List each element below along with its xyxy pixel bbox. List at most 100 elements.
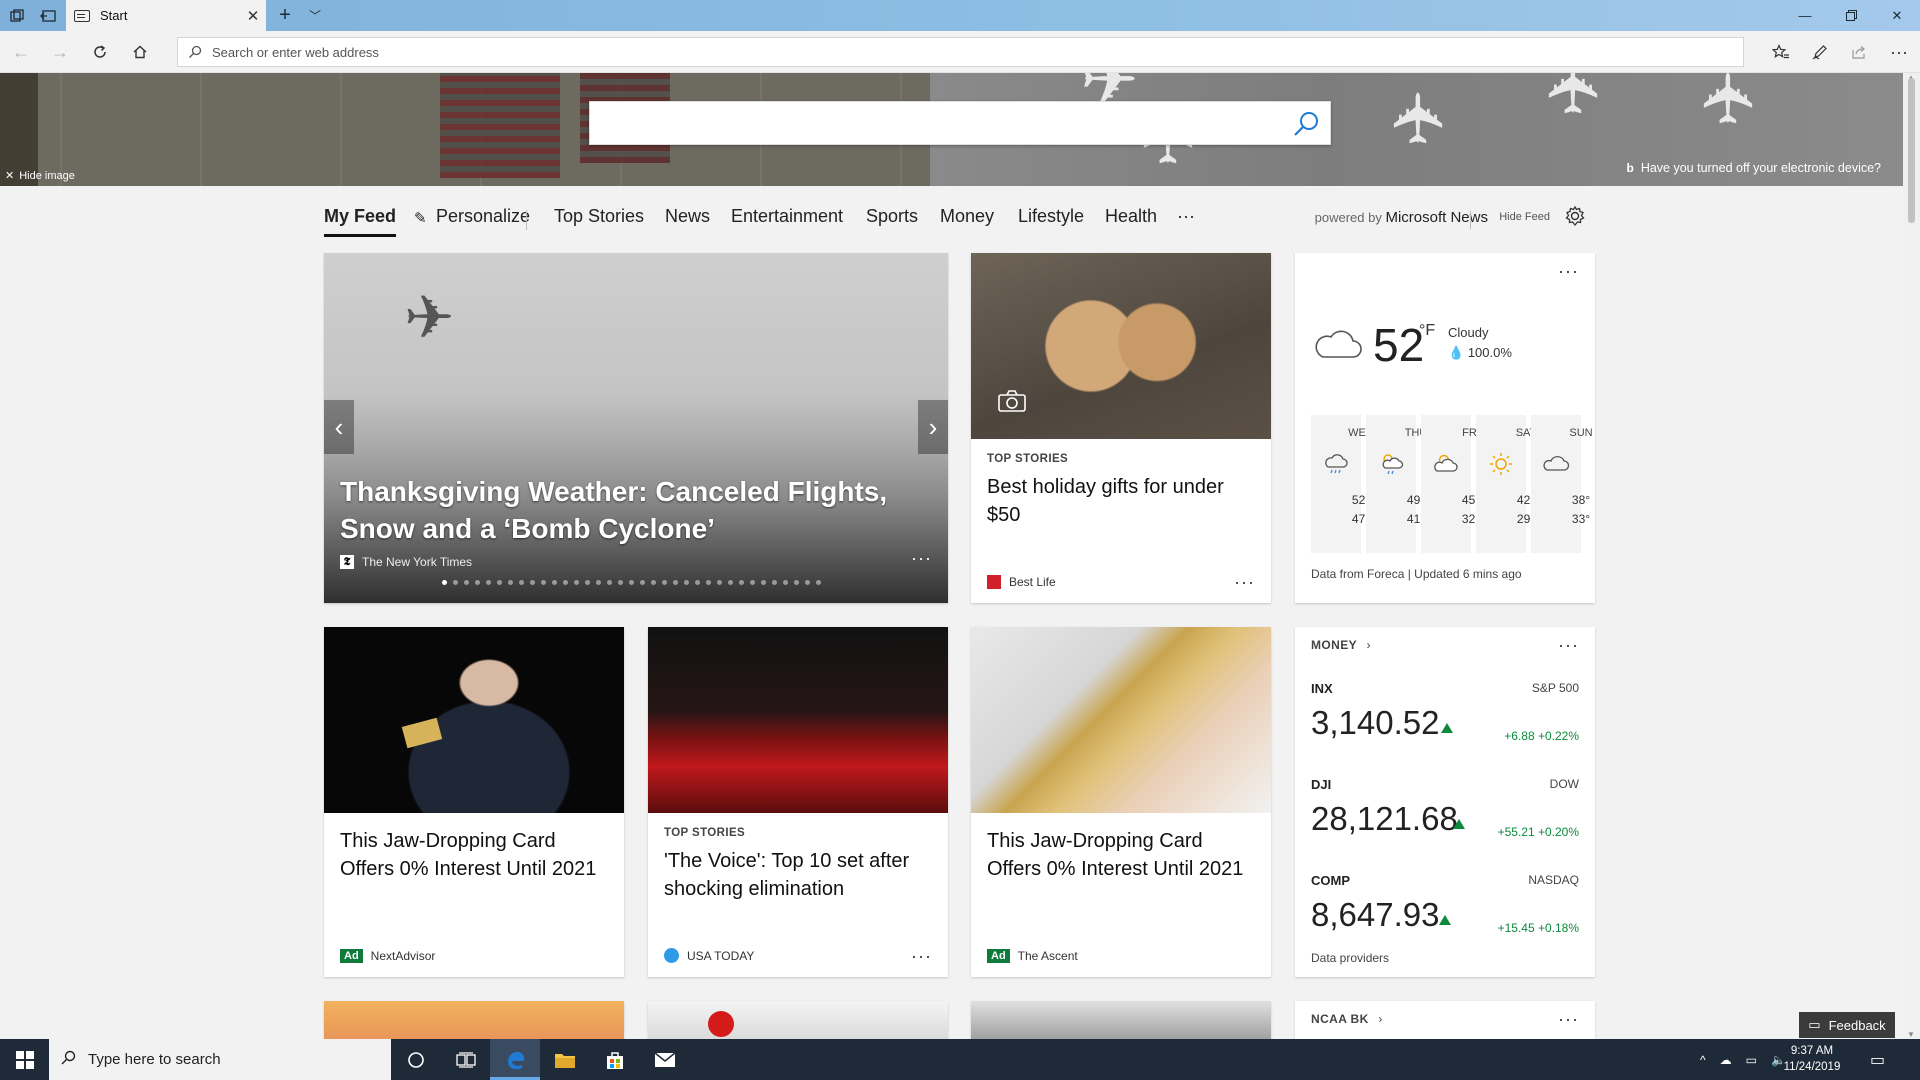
tab-personalize[interactable]: Personalize [436,206,530,227]
tab-actions-icon[interactable] [6,5,28,27]
news-card-voice[interactable]: TOP STORIES 'The Voice': Top 10 set afte… [648,627,948,977]
news-card-gifts[interactable]: TOP STORIES Best holiday gifts for under… [971,253,1271,603]
carousel-dot[interactable] [706,580,711,585]
tab-lifestyle[interactable]: Lifestyle [1018,206,1084,227]
tab-start[interactable]: Start ✕ [66,0,266,31]
carousel-dot[interactable] [519,580,524,585]
carousel-dot[interactable] [673,580,678,585]
carousel-dot[interactable] [574,580,579,585]
carousel-dot[interactable] [596,580,601,585]
carousel-dot[interactable] [816,580,821,585]
stock-row[interactable]: INX S&P 500 3,140.52 +6.88 +0.22% [1311,681,1579,777]
carousel-dot[interactable] [750,580,755,585]
edge-browser-icon[interactable] [490,1039,540,1080]
hero-story-title[interactable]: Thanksgiving Weather: Canceled Flights, … [340,473,932,547]
carousel-dot[interactable] [563,580,568,585]
onedrive-icon[interactable]: ☁ [1720,1053,1732,1067]
address-input[interactable] [212,44,1743,60]
more-options-icon[interactable]: ··· [911,946,932,967]
money-header[interactable]: MONEY › [1311,638,1371,652]
tab-news[interactable]: News [665,206,710,227]
hero-story-card[interactable]: ✈ ‹ › Thanksgiving Weather: Canceled Fli… [324,253,948,603]
windows-start-icon[interactable] [0,1039,49,1080]
forecast-day[interactable]: SAT 42° 29° [1476,415,1536,553]
more-options-icon[interactable]: ··· [1558,1009,1579,1030]
carousel-dot[interactable] [739,580,744,585]
carousel-dot[interactable] [662,580,667,585]
card-title[interactable]: This Jaw-Dropping Card Offers 0% Interes… [340,827,608,883]
pen-icon[interactable] [1805,37,1835,67]
cortana-icon[interactable] [391,1039,441,1080]
ncaa-header[interactable]: NCAA BK › [1311,1012,1383,1026]
carousel-dot[interactable] [640,580,645,585]
carousel-dot[interactable] [552,580,557,585]
scrollbar-thumb[interactable] [1908,78,1915,223]
carousel-prev-button[interactable]: ‹ [324,400,354,454]
image-caption-link[interactable]: b Have you turned off your electronic de… [1626,161,1881,175]
home-icon[interactable] [125,37,155,67]
forward-icon[interactable]: → [45,37,75,67]
card-title[interactable]: Best holiday gifts for under $50 [987,473,1255,529]
tab-entertainment[interactable]: Entertainment [731,206,843,227]
more-options-icon[interactable]: ··· [1558,261,1579,282]
more-options-icon[interactable]: ··· [1558,635,1579,656]
network-icon[interactable]: ▭ [1746,1053,1757,1067]
favorites-icon[interactable] [1766,37,1796,67]
temperature-unit[interactable]: °F [1419,322,1435,340]
more-options-icon[interactable]: ··· [911,548,932,569]
carousel-dot[interactable] [585,580,590,585]
hide-feed-button[interactable]: Hide Feed [1499,211,1550,223]
money-card[interactable]: MONEY › ··· INX S&P 500 3,140.52 +6.88 +… [1295,627,1595,977]
news-card-partial[interactable] [648,1001,948,1043]
file-explorer-icon[interactable] [540,1039,590,1080]
ncaa-card[interactable]: NCAA BK › ··· [1295,1001,1595,1043]
minimize-icon[interactable]: — [1782,0,1828,31]
carousel-dot[interactable] [717,580,722,585]
news-card-partial[interactable] [971,1001,1271,1043]
taskbar-search-input[interactable] [88,1051,368,1068]
mail-icon[interactable] [640,1039,690,1080]
carousel-dot[interactable] [442,580,447,585]
carousel-dot[interactable] [508,580,513,585]
taskbar-clock[interactable]: 9:37 AM 11/24/2019 [1777,1043,1847,1075]
ad-card-the-ascent[interactable]: This Jaw-Dropping Card Offers 0% Interes… [971,627,1271,977]
carousel-dot[interactable] [651,580,656,585]
carousel-dot[interactable] [805,580,810,585]
forecast-day[interactable]: WED 52° 47° [1311,415,1374,553]
tab-health[interactable]: Health [1105,206,1157,227]
more-options-icon[interactable]: ··· [1884,37,1914,67]
address-bar[interactable] [177,37,1744,67]
news-card-partial[interactable] [324,1001,624,1043]
web-search-box[interactable] [589,101,1331,145]
carousel-dot[interactable] [684,580,689,585]
refresh-icon[interactable] [85,37,115,67]
carousel-dot[interactable] [783,580,788,585]
back-icon[interactable]: ← [6,37,36,67]
chevron-down-icon[interactable]: ﹀ [302,3,328,29]
store-icon[interactable] [590,1039,640,1080]
weather-footer[interactable]: Data from Foreca | Updated 6 mins ago [1311,567,1522,581]
more-tabs-button[interactable]: ··· [1177,206,1195,227]
carousel-dot[interactable] [629,580,634,585]
carousel-dot[interactable] [618,580,623,585]
carousel-dot[interactable] [453,580,458,585]
new-tab-button[interactable]: + [272,3,298,29]
carousel-dot[interactable] [541,580,546,585]
close-tab-icon[interactable]: ✕ [240,7,266,25]
carousel-dot[interactable] [486,580,491,585]
forecast-day[interactable]: THU 49° 41° [1366,415,1427,553]
stock-row[interactable]: DJI DOW 28,121.68 +55.21 +0.20% [1311,777,1579,873]
carousel-dot[interactable] [475,580,480,585]
weather-card[interactable]: ··· 52 °F Cloudy 💧 100.0% WED 52° 47° TH… [1295,253,1595,603]
carousel-dot[interactable] [772,580,777,585]
ad-card-nextadvisor[interactable]: This Jaw-Dropping Card Offers 0% Interes… [324,627,624,977]
tab-top-stories[interactable]: Top Stories [554,206,644,227]
data-providers-link[interactable]: Data providers [1311,951,1389,965]
taskbar-search-box[interactable] [49,1039,391,1080]
carousel-dot[interactable] [607,580,612,585]
forecast-day[interactable]: SUN 38° 33° [1531,415,1593,553]
tab-sports[interactable]: Sports [866,206,918,227]
notifications-icon[interactable]: ▭ [1870,1039,1885,1080]
tab-money[interactable]: Money [940,206,994,227]
hide-image-button[interactable]: ✕ Hide image [5,169,75,183]
